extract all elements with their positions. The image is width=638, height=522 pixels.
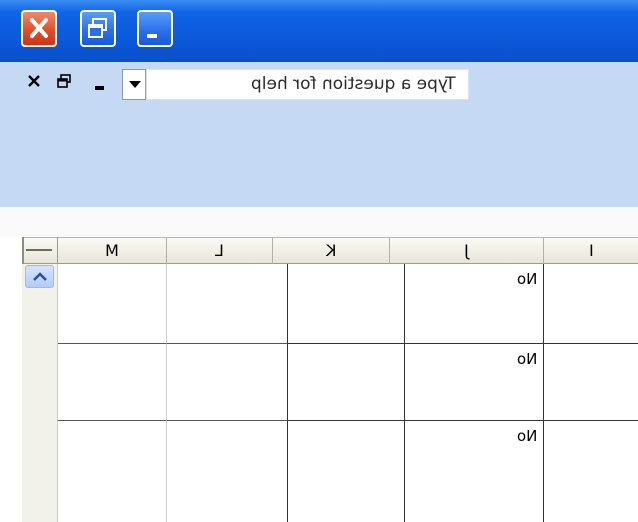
cell-l2[interactable] [167,344,288,421]
restore-icon [88,18,107,38]
cell-l1[interactable] [167,264,288,344]
scroll-up-button[interactable] [25,265,54,288]
minimize-icon [147,34,157,38]
column-header-i[interactable]: I [544,238,638,264]
help-dropdown-button[interactable] [122,69,146,100]
window-restore-button[interactable] [80,10,116,47]
help-search-input[interactable]: Type a question for help [146,69,469,100]
document-restore-icon[interactable] [57,74,71,88]
cell-i3[interactable] [544,421,638,522]
vertical-scrollbar[interactable] [22,264,58,522]
cell-m2[interactable] [58,344,167,421]
window-minimize-button[interactable] [137,10,173,47]
chevron-down-icon [129,81,141,88]
cell-k3[interactable] [288,421,405,522]
cell-i1[interactable] [544,264,638,344]
cell-l3[interactable] [167,421,288,522]
column-header-l[interactable]: L [167,238,273,264]
title-bar [0,0,638,62]
cell-j2[interactable]: No [405,344,544,421]
cell-j1[interactable]: No [405,264,544,344]
close-icon [30,18,48,38]
document-close-icon[interactable] [27,74,41,88]
cell-m1[interactable] [58,264,167,344]
column-header-m[interactable]: M [58,238,167,264]
chevron-up-icon [33,272,47,281]
cell-m3[interactable] [58,421,167,522]
column-headers: M L K J I [22,237,638,264]
toolbar-gap [0,207,638,237]
column-header-k[interactable]: K [273,238,390,264]
select-all-corner[interactable] [22,237,58,264]
cell-j3[interactable]: No [405,421,544,522]
cell-k1[interactable] [288,264,405,344]
document-minimize-icon[interactable] [95,86,104,90]
column-header-j[interactable]: J [390,238,544,264]
help-placeholder: Type a question for help [251,74,456,94]
cell-i2[interactable] [544,344,638,421]
cell-k2[interactable] [288,344,405,421]
window-close-button[interactable] [21,10,57,47]
